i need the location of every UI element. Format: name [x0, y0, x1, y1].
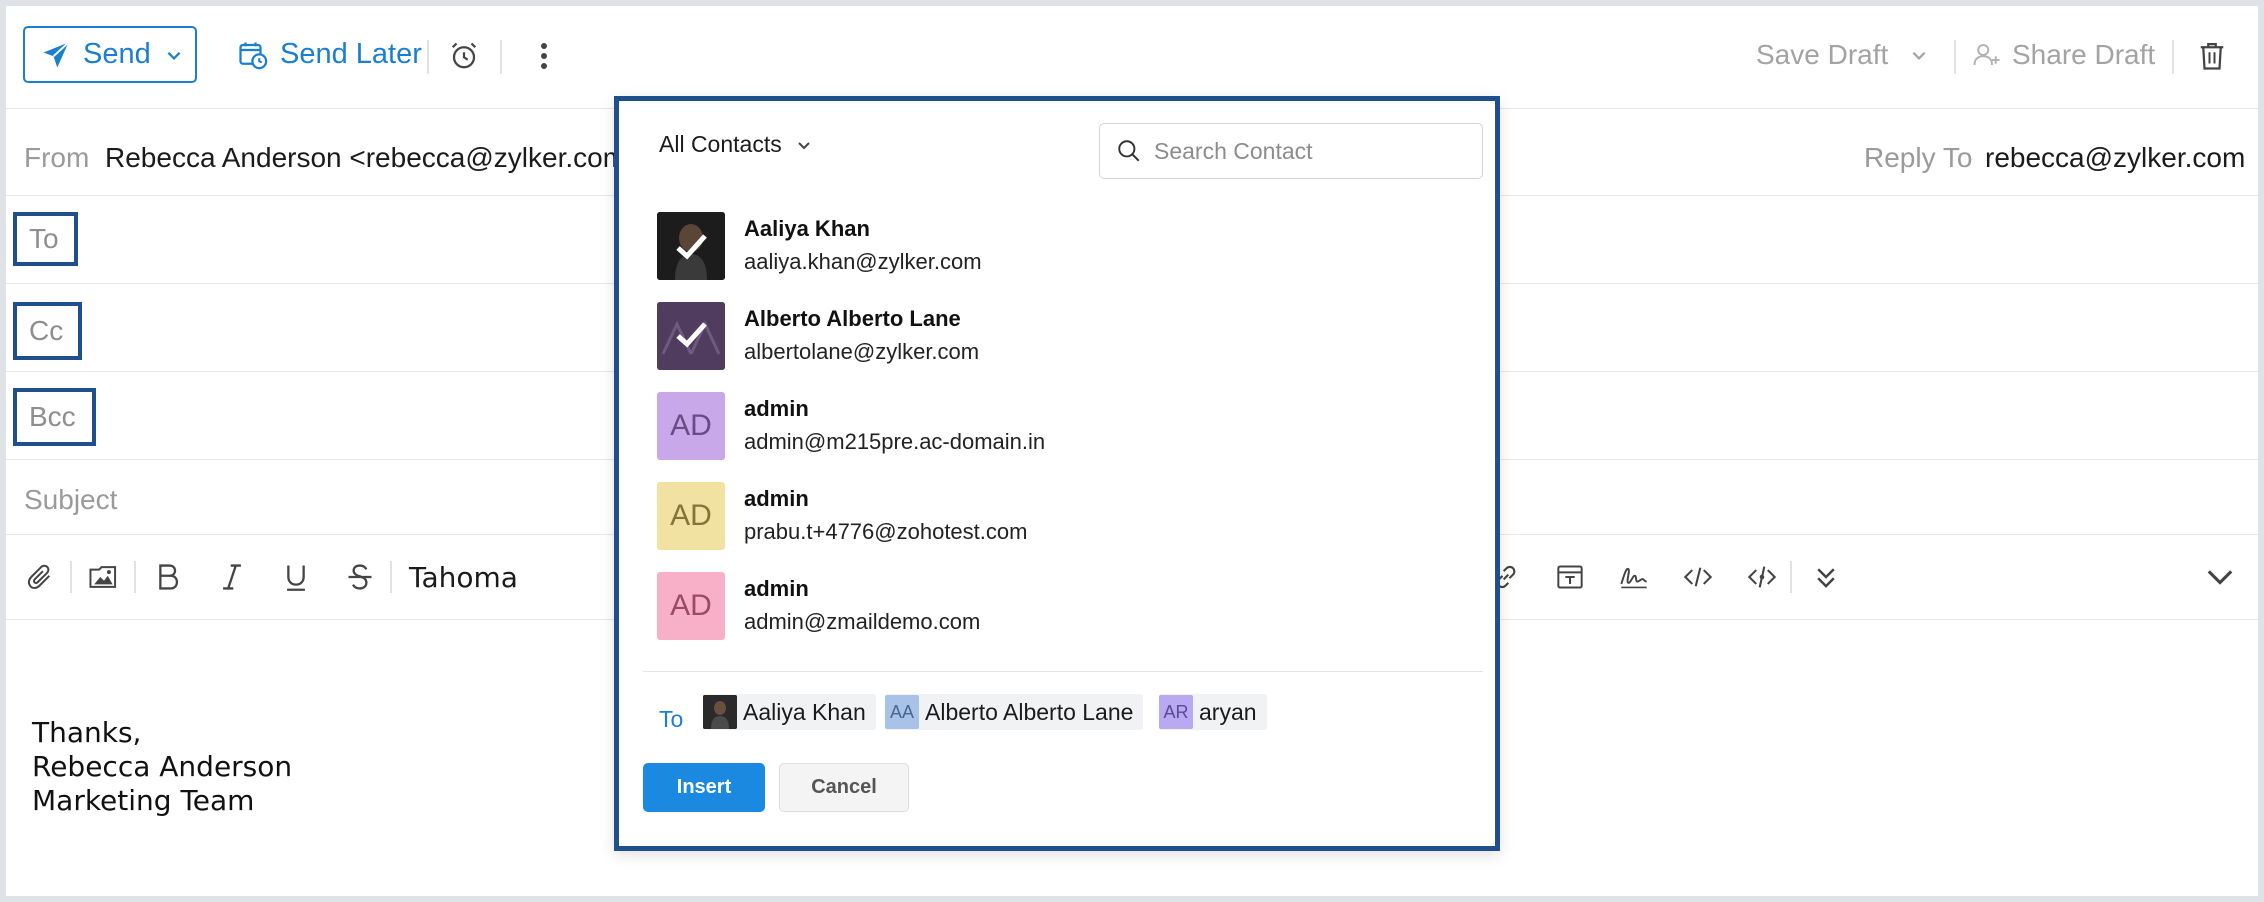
contact-email: admin@zmaildemo.com	[744, 609, 981, 634]
double-chevron-down-icon[interactable]	[1806, 557, 1846, 597]
contacts-filter-dropdown[interactable]: All Contacts	[659, 131, 812, 158]
contact-email: prabu.t+4776@zohotest.com	[744, 519, 1028, 544]
from-label: From	[24, 142, 90, 173]
contact-avatar: AD	[657, 482, 725, 550]
code-snippet-icon[interactable]	[1742, 557, 1782, 597]
search-contact-input[interactable]	[1154, 137, 1454, 165]
share-draft-label: Share Draft	[2012, 38, 2156, 70]
contact-item[interactable]: AD admin admin@zmaildemo.com	[657, 572, 1457, 640]
signature-icon[interactable]	[1614, 557, 1654, 597]
contact-avatar	[657, 302, 725, 370]
signature-line: Marketing Team	[32, 784, 255, 817]
format-divider	[390, 561, 392, 593]
recipient-chip[interactable]: AA Alberto Alberto Lane	[885, 694, 1144, 730]
toolbar-divider	[2172, 40, 2174, 74]
recipient-name: Aaliya Khan	[743, 698, 866, 725]
trash-icon[interactable]	[2192, 36, 2232, 76]
send-label: Send	[83, 38, 151, 70]
toolbar-divider	[427, 40, 429, 74]
recipient-chip[interactable]: AR aryan	[1159, 694, 1267, 730]
contact-name: admin	[744, 576, 809, 601]
chevron-down-icon[interactable]	[796, 137, 812, 153]
recipients-to-label: To	[659, 706, 684, 732]
recipient-avatar	[703, 695, 737, 729]
chevron-down-icon[interactable]	[165, 46, 183, 64]
contact-item[interactable]: AD admin admin@m215pre.ac-domain.in	[657, 392, 1457, 460]
contact-name: Alberto Alberto Lane	[744, 306, 961, 331]
recipient-name: aryan	[1199, 698, 1257, 725]
bcc-field-button[interactable]: Bcc	[13, 388, 96, 446]
send-button[interactable]: Send	[23, 26, 197, 83]
toolbar-divider	[500, 40, 502, 74]
save-draft-button[interactable]: Save Draft	[1756, 26, 1928, 83]
recipient-avatar: AA	[885, 695, 919, 729]
code-icon[interactable]	[1678, 557, 1718, 597]
cc-field-button[interactable]: Cc	[13, 302, 82, 360]
font-family-value: Tahoma	[409, 560, 518, 594]
from-value[interactable]: Rebecca Anderson <rebecca@zylker.com	[105, 142, 626, 174]
contact-name: admin	[744, 486, 809, 511]
attachment-icon[interactable]	[20, 557, 60, 597]
cancel-button[interactable]: Cancel	[779, 763, 909, 812]
format-divider	[1790, 561, 1792, 593]
contact-name: admin	[744, 396, 809, 421]
reply-to-value[interactable]: rebecca@zylker.com	[1985, 142, 2245, 174]
contact-email: admin@m215pre.ac-domain.in	[744, 429, 1046, 454]
compose-window: Send Send Later Save Draft Share Draft F…	[6, 6, 2258, 896]
contact-item[interactable]: Alberto Alberto Lane albertolane@zylker.…	[657, 302, 1457, 370]
recipient-chip[interactable]: Aaliya Khan	[703, 694, 876, 730]
contact-avatar: AD	[657, 572, 725, 640]
insert-button[interactable]: Insert	[643, 763, 765, 812]
contacts-filter-label: All Contacts	[659, 131, 782, 157]
italic-icon[interactable]	[212, 557, 252, 597]
subject-input-label[interactable]: Subject	[24, 484, 117, 516]
compose-toolbar: Send Send Later Save Draft Share Draft	[6, 6, 2258, 109]
contact-name: Aaliya Khan	[744, 216, 870, 241]
contact-email: aaliya.khan@zylker.com	[744, 249, 982, 274]
insert-table-icon[interactable]	[1550, 557, 1590, 597]
chevron-down-icon[interactable]	[1910, 46, 1928, 64]
calendar-clock-icon	[238, 40, 268, 70]
alarm-clock-icon[interactable]	[444, 36, 484, 76]
contact-item[interactable]: Aaliya Khan aaliya.khan@zylker.com	[657, 212, 1457, 280]
contact-avatar: AD	[657, 392, 725, 460]
email-signature[interactable]: Thanks, Rebecca Anderson Marketing Team	[32, 716, 292, 818]
more-options-icon[interactable]	[524, 36, 564, 76]
contact-picker-dialog: All Contacts Aaliya Khan aaliya.k	[614, 96, 1500, 851]
share-draft-button[interactable]: Share Draft	[1972, 26, 2155, 83]
collapse-toolbar-chevron-icon[interactable]	[2200, 557, 2240, 597]
contact-email: albertolane@zylker.com	[744, 339, 980, 364]
send-later-button[interactable]: Send Later	[238, 26, 422, 83]
signature-line: Rebecca Anderson	[32, 750, 293, 783]
bold-icon[interactable]	[148, 557, 188, 597]
recipient-avatar: AR	[1159, 695, 1193, 729]
send-later-label: Send Later	[280, 38, 422, 70]
insert-image-icon[interactable]	[84, 557, 124, 597]
picker-divider	[643, 671, 1483, 672]
recipient-name: Alberto Alberto Lane	[925, 698, 1134, 725]
format-divider	[70, 561, 72, 593]
add-user-icon	[1972, 40, 2002, 70]
contact-item[interactable]: AD admin prabu.t+4776@zohotest.com	[657, 482, 1457, 550]
reply-to-label: Reply To	[1864, 142, 1973, 173]
to-field-button[interactable]: To	[13, 212, 78, 266]
search-contact-box[interactable]	[1099, 123, 1483, 179]
toolbar-divider	[1954, 40, 1956, 74]
strikethrough-icon[interactable]	[340, 557, 380, 597]
format-divider	[134, 561, 136, 593]
search-icon	[1116, 138, 1142, 164]
send-icon	[41, 40, 71, 70]
contact-avatar	[657, 212, 725, 280]
signature-line: Thanks,	[32, 716, 142, 749]
save-draft-label: Save Draft	[1756, 38, 1889, 70]
underline-icon[interactable]	[276, 557, 316, 597]
